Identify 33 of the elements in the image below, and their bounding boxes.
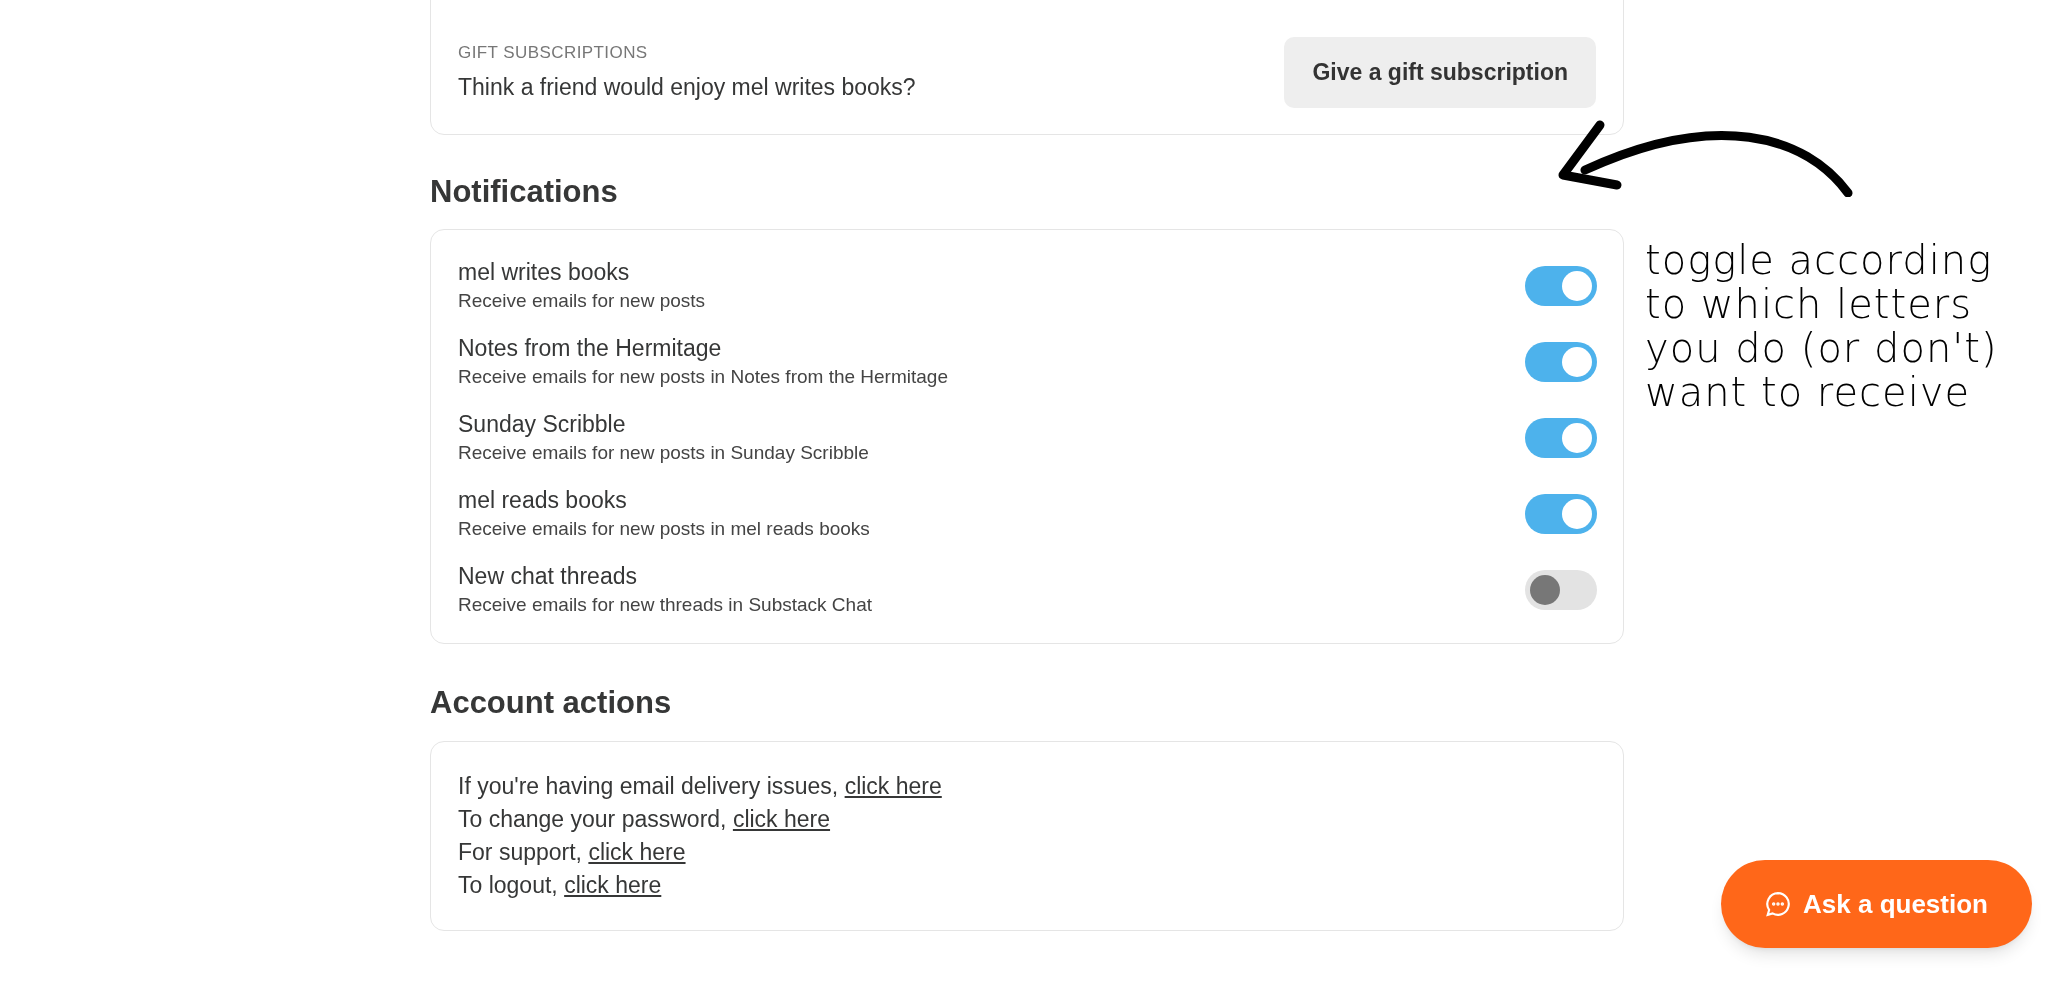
section-heading: Account actions xyxy=(430,684,673,722)
newsletter-title: New chat threads xyxy=(458,562,638,590)
section-heading: Notifications xyxy=(430,172,619,211)
newsletter-title: Sunday Scribble xyxy=(458,410,627,438)
toggle-switch[interactable] xyxy=(1525,493,1597,534)
newsletter-title: mel writes books xyxy=(458,258,631,286)
handwritten-note: you do (or don't) xyxy=(1645,326,1998,370)
toggle-switch[interactable] xyxy=(1525,341,1597,382)
gift-subscription-button[interactable]: Give a gift subscription xyxy=(1284,37,1596,108)
newsletter-description: Receive emails for new posts in mel reads books xyxy=(458,517,870,541)
click-here-link[interactable]: click here xyxy=(564,871,662,898)
newsletter-description: Receive emails for new posts in Notes from the Hermitage xyxy=(458,365,948,389)
handwritten-note: to which letters xyxy=(1645,282,1973,326)
account-action-text: For support, click here xyxy=(458,837,686,867)
newsletter-title: Notes from the Hermitage xyxy=(458,334,723,362)
account-action-text: To logout, click here xyxy=(458,870,662,900)
newsletter-description: Receive emails for new threads in Substack Chat xyxy=(458,593,872,617)
click-here-link[interactable]: click here xyxy=(844,772,942,799)
newsletter-description: Receive emails for new posts in Sunday Scribble xyxy=(458,441,869,465)
toggle-switch[interactable] xyxy=(1525,417,1597,458)
handwritten-note: toggle according xyxy=(1645,238,1994,282)
newsletter-description: Receive emails for new posts xyxy=(458,289,706,313)
account-action-text: To change your password, click here xyxy=(458,804,831,834)
toggle-switch[interactable] xyxy=(1525,265,1597,306)
click-here-link[interactable]: click here xyxy=(732,805,831,832)
chat-bubble-icon xyxy=(1765,891,1792,917)
newsletter-title: mel reads books xyxy=(458,486,628,514)
account-action-text: If you're having email delivery issues, click here xyxy=(458,771,942,801)
handwritten-note: want to receive xyxy=(1645,370,1972,414)
toggle-switch[interactable] xyxy=(1525,569,1597,610)
section-label: GIFT SUBSCRIPTIONS xyxy=(458,42,649,65)
gift-text: Think a friend would enjoy mel writes books? xyxy=(458,72,916,102)
click-here-link[interactable]: click here xyxy=(588,838,686,865)
